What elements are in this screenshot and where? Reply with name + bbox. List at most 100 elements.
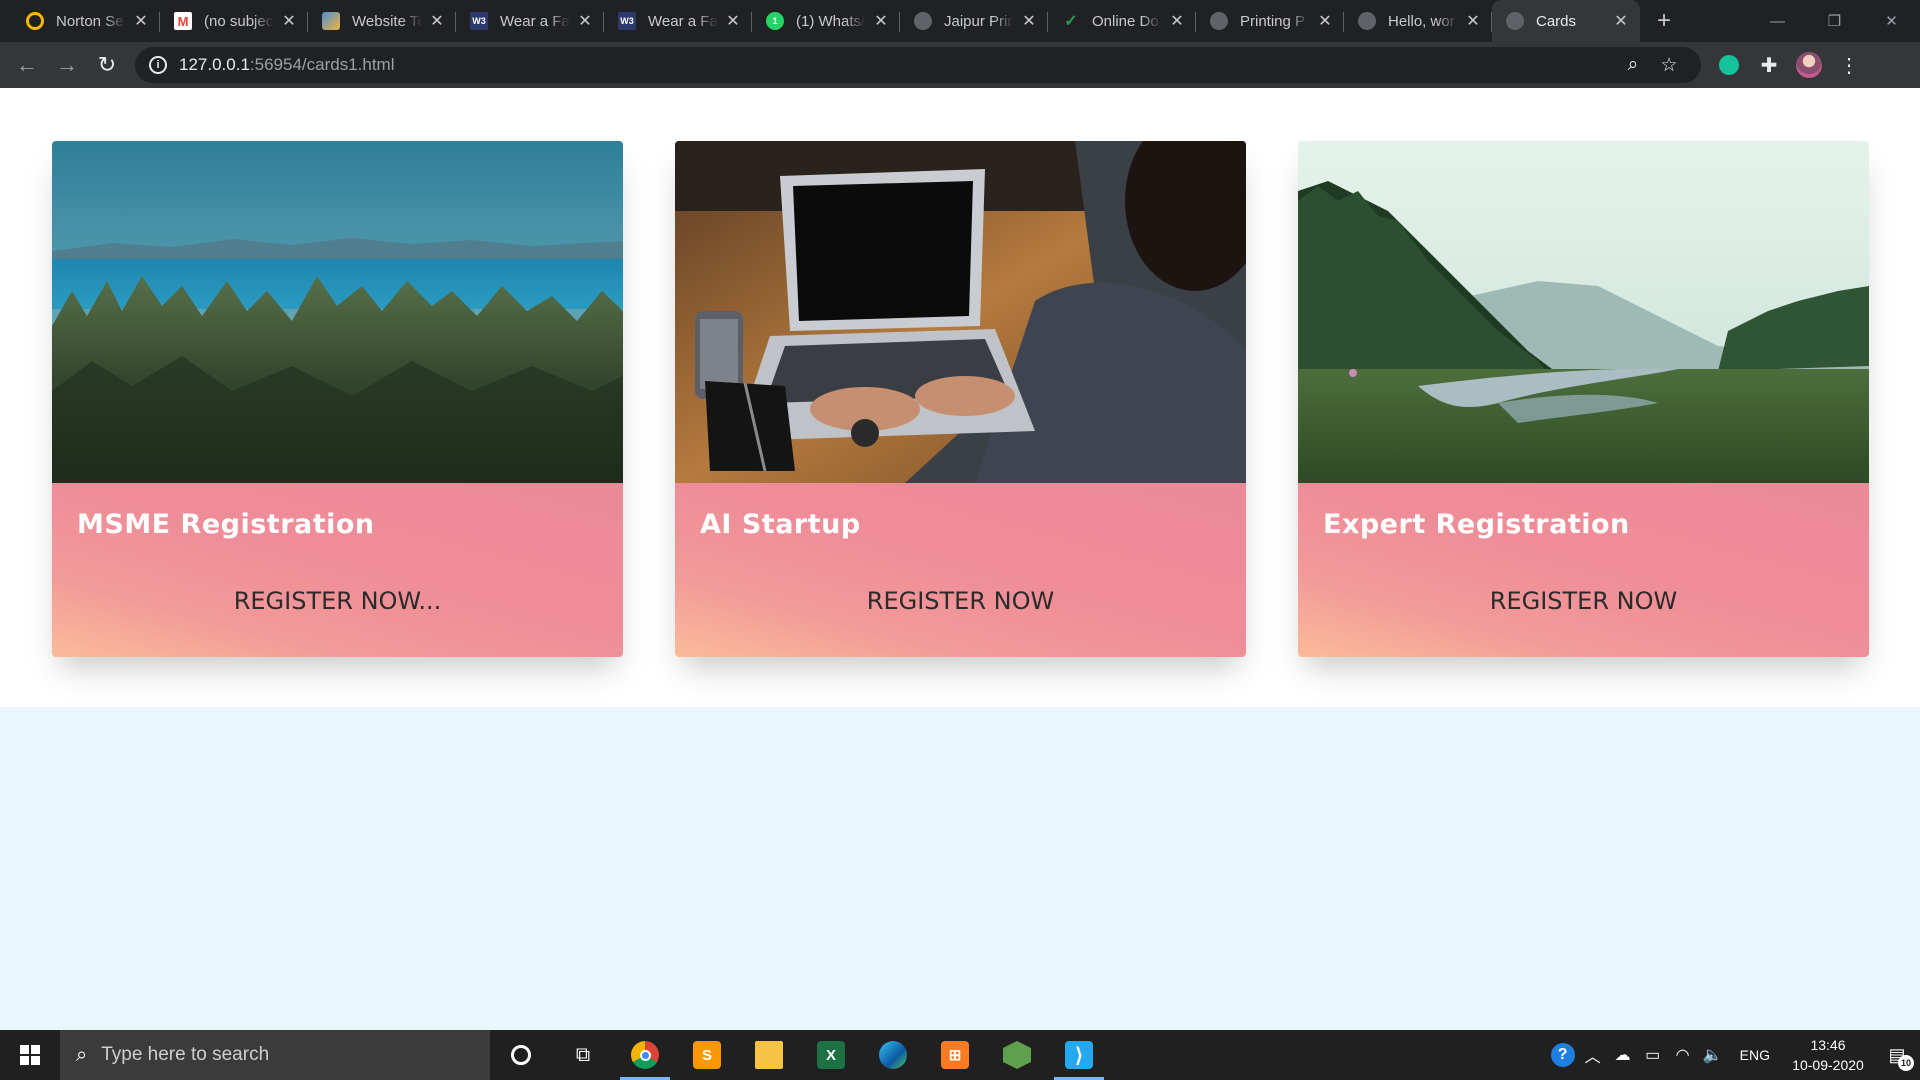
close-icon[interactable]: ✕ bbox=[1168, 12, 1186, 30]
url-path: :56954/cards1.html bbox=[249, 55, 395, 74]
card-msme: MSME Registration REGISTER NOW... bbox=[52, 141, 623, 657]
tab-title: Cards bbox=[1536, 12, 1577, 30]
close-icon[interactable]: ✕ bbox=[1316, 12, 1334, 30]
sublime-text-icon[interactable]: S bbox=[676, 1030, 738, 1080]
tab-online-doc[interactable]: ✓ Online Do ✕ bbox=[1048, 0, 1196, 42]
cortana-icon[interactable] bbox=[490, 1030, 552, 1080]
close-window-icon[interactable]: ✕ bbox=[1863, 0, 1920, 42]
card-title: Expert Registration bbox=[1323, 509, 1630, 540]
windows-start-icon[interactable] bbox=[0, 1030, 60, 1080]
whatsapp-icon: 1 bbox=[766, 12, 784, 30]
taskbar-search-box[interactable]: ⌕ Type here to search bbox=[60, 1030, 490, 1080]
extensions-area: ✚ ⋮ bbox=[1709, 45, 1869, 85]
window-controls: — ❐ ✕ bbox=[1749, 0, 1920, 42]
tab-title: (no subjec bbox=[204, 12, 274, 30]
nodejs-icon[interactable] bbox=[986, 1030, 1048, 1080]
vscode-icon[interactable]: ⟩ bbox=[1048, 1030, 1110, 1080]
edge-icon[interactable] bbox=[862, 1030, 924, 1080]
laptop-photo bbox=[675, 141, 1246, 483]
gmail-icon: M bbox=[174, 12, 192, 30]
register-now-button[interactable]: REGISTER NOW bbox=[675, 587, 1246, 615]
tab-title: Online Do bbox=[1092, 12, 1159, 30]
address-bar[interactable]: i 127.0.0.1:56954/cards1.html ⌕ ☆ bbox=[135, 47, 1701, 83]
globe-icon bbox=[914, 12, 932, 30]
card-ai-startup: AI Startup REGISTER NOW bbox=[675, 141, 1246, 657]
chrome-taskbar-icon[interactable] bbox=[614, 1030, 676, 1080]
extensions-puzzle-icon[interactable]: ✚ bbox=[1749, 45, 1789, 85]
windows-taskbar: ⌕ Type here to search ⧉ S X ⊞ ⟩ ? ︿ ☁ ▭ … bbox=[0, 1030, 1920, 1080]
search-icon: ⌕ bbox=[76, 1043, 88, 1066]
w3schools-icon: W3 bbox=[470, 12, 488, 30]
menu-kebab-icon[interactable]: ⋮ bbox=[1829, 45, 1869, 85]
tab-website[interactable]: Website Te ✕ bbox=[308, 0, 456, 42]
clock[interactable]: 13:46 10-09-2020 bbox=[1782, 1035, 1874, 1075]
tab-title: Norton Se bbox=[56, 12, 124, 30]
tab-norton[interactable]: Norton Se ✕ bbox=[12, 0, 160, 42]
tab-hello-world[interactable]: Hello, wor ✕ bbox=[1344, 0, 1492, 42]
minimize-icon[interactable]: — bbox=[1749, 0, 1806, 42]
chevron-up-icon[interactable]: ︿ bbox=[1578, 1030, 1608, 1080]
help-icon[interactable]: ? bbox=[1548, 1030, 1578, 1080]
page-viewport: MSME Registration REGISTER NOW... AI Sta… bbox=[0, 88, 1920, 1030]
website-icon bbox=[322, 12, 340, 30]
tab-title: (1) Whats/ bbox=[796, 12, 866, 30]
reload-icon[interactable]: ↻ bbox=[87, 45, 127, 85]
norton-icon bbox=[26, 12, 44, 30]
close-icon[interactable]: ✕ bbox=[872, 12, 890, 30]
search-placeholder: Type here to search bbox=[101, 1044, 270, 1065]
tab-w3schools-2[interactable]: W3 Wear a Fa ✕ bbox=[604, 0, 752, 42]
close-icon[interactable]: ✕ bbox=[280, 12, 298, 30]
file-explorer-icon[interactable] bbox=[738, 1030, 800, 1080]
grammarly-extension-icon[interactable] bbox=[1709, 45, 1749, 85]
xampp-icon[interactable]: ⊞ bbox=[924, 1030, 986, 1080]
close-icon[interactable]: ✕ bbox=[428, 12, 446, 30]
bookmark-star-icon[interactable]: ☆ bbox=[1651, 50, 1687, 80]
tab-w3schools-1[interactable]: W3 Wear a Fa ✕ bbox=[456, 0, 604, 42]
excel-icon[interactable]: X bbox=[800, 1030, 862, 1080]
site-info-icon[interactable]: i bbox=[149, 56, 167, 74]
new-tab-button[interactable]: + bbox=[1644, 0, 1684, 42]
browser-toolbar: ← → ↻ i 127.0.0.1:56954/cards1.html ⌕ ☆ … bbox=[0, 42, 1920, 88]
tab-title: Website Te bbox=[352, 12, 422, 30]
close-icon[interactable]: ✕ bbox=[1612, 12, 1630, 30]
battery-icon[interactable]: ▭ bbox=[1638, 1030, 1668, 1080]
tab-title: Hello, wor bbox=[1388, 12, 1455, 30]
card-expert: Expert Registration REGISTER NOW bbox=[1298, 141, 1869, 657]
valley-river-photo bbox=[1298, 141, 1869, 483]
notification-center-icon[interactable]: ▤ 10 bbox=[1874, 1030, 1920, 1080]
tab-list: Norton Se ✕ M (no subjec ✕ Website Te ✕ … bbox=[0, 0, 1640, 42]
tab-jaipur[interactable]: Jaipur Prin ✕ bbox=[900, 0, 1048, 42]
card-body: MSME Registration REGISTER NOW... bbox=[52, 483, 623, 657]
tab-printing[interactable]: Printing P ✕ bbox=[1196, 0, 1344, 42]
close-icon[interactable]: ✕ bbox=[1464, 12, 1482, 30]
w3schools-icon: W3 bbox=[618, 12, 636, 30]
language-indicator[interactable]: ENG bbox=[1728, 1047, 1782, 1063]
profile-avatar[interactable] bbox=[1789, 45, 1829, 85]
zoom-icon[interactable]: ⌕ bbox=[1615, 50, 1651, 80]
cards-section: MSME Registration REGISTER NOW... AI Sta… bbox=[0, 88, 1920, 707]
register-now-button[interactable]: REGISTER NOW... bbox=[52, 587, 623, 615]
tab-whatsapp[interactable]: 1 (1) Whats/ ✕ bbox=[752, 0, 900, 42]
clock-time: 13:46 bbox=[1810, 1037, 1846, 1053]
close-icon[interactable]: ✕ bbox=[132, 12, 150, 30]
volume-icon[interactable]: 🔈 bbox=[1698, 1030, 1728, 1080]
back-icon[interactable]: ← bbox=[7, 45, 47, 85]
task-view-icon[interactable]: ⧉ bbox=[552, 1030, 614, 1080]
card-title: AI Startup bbox=[700, 509, 861, 540]
card-title: MSME Registration bbox=[77, 509, 375, 540]
tab-title: Wear a Fa bbox=[648, 12, 718, 30]
forward-icon[interactable]: → bbox=[47, 45, 87, 85]
close-icon[interactable]: ✕ bbox=[724, 12, 742, 30]
close-icon[interactable]: ✕ bbox=[1020, 12, 1038, 30]
forest-lake-photo bbox=[52, 141, 623, 483]
register-now-button[interactable]: REGISTER NOW bbox=[1298, 587, 1869, 615]
tab-title: Printing P bbox=[1240, 12, 1306, 30]
globe-icon bbox=[1358, 12, 1376, 30]
tab-cards[interactable]: Cards ✕ bbox=[1492, 0, 1640, 42]
restore-icon[interactable]: ❐ bbox=[1806, 0, 1863, 42]
onedrive-icon[interactable]: ☁ bbox=[1608, 1030, 1638, 1080]
notification-badge: 10 bbox=[1898, 1055, 1914, 1071]
wifi-icon[interactable]: ◠ bbox=[1668, 1030, 1698, 1080]
close-icon[interactable]: ✕ bbox=[576, 12, 594, 30]
tab-gmail[interactable]: M (no subjec ✕ bbox=[160, 0, 308, 42]
